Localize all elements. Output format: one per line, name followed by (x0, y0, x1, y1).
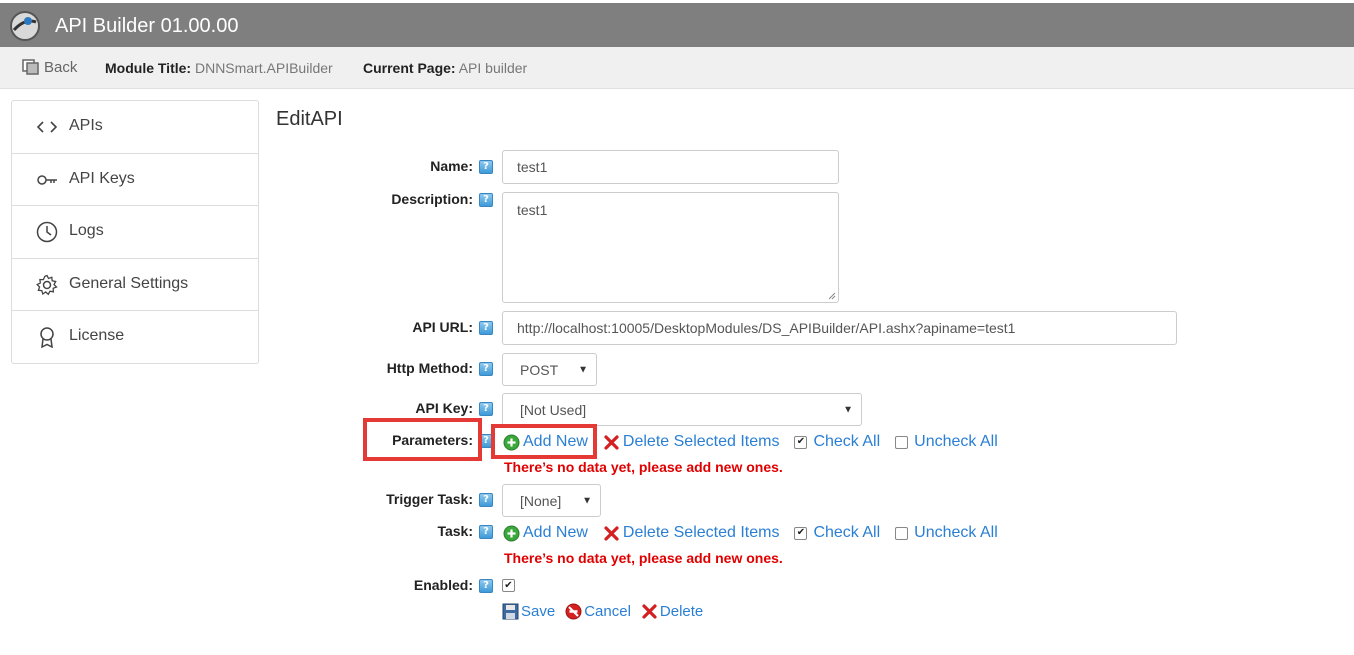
delete-icon (604, 525, 619, 541)
help-icon[interactable]: ? (479, 525, 493, 539)
current-page-value: API builder (458, 60, 528, 76)
back-button[interactable]: Back (22, 59, 77, 76)
task-empty-message: There’s no data yet, please add new ones… (504, 550, 783, 566)
http-method-label: Http Method: (386, 360, 473, 376)
sidebar-item-label: APIs (69, 117, 103, 134)
cancel-icon (565, 603, 582, 620)
unchecked-checkbox-icon (895, 526, 909, 540)
api-key-select[interactable]: [Not Used] ▼ (502, 393, 862, 426)
save-label: Save (521, 603, 556, 620)
task-uncheck-all-button[interactable]: Uncheck All (895, 524, 998, 542)
delete-button[interactable]: Delete (641, 603, 703, 620)
task-add-new-button[interactable]: Add New (503, 524, 588, 542)
unchecked-checkbox-icon (895, 435, 909, 449)
enabled-label: Enabled: (413, 577, 473, 593)
cancel-button[interactable]: Cancel (565, 603, 631, 620)
description-value: test1 (517, 202, 548, 218)
back-label: Back (44, 59, 78, 76)
sidebar-item-api-keys[interactable]: API Keys (12, 154, 258, 206)
trigger-task-label: Trigger Task: (386, 491, 473, 507)
help-icon[interactable]: ? (479, 321, 493, 335)
app-logo-icon (10, 11, 40, 41)
add-icon (503, 525, 520, 541)
sidebar-item-apis[interactable]: APIs (12, 101, 258, 154)
help-icon[interactable]: ? (479, 579, 493, 593)
resize-grip-icon[interactable] (828, 292, 836, 300)
gear-icon (36, 274, 58, 295)
sidebar: APIs API Keys Logs General Settings Lice… (11, 100, 259, 364)
task-label: Task: (437, 523, 473, 539)
add-new-highlight (491, 424, 597, 459)
save-icon (502, 603, 519, 620)
task-check-all-button[interactable]: ✔ Check All (794, 524, 880, 542)
form-actions: Save Cancel Delete (502, 603, 713, 620)
api-url-field[interactable]: http://localhost:10005/DesktopModules/DS… (502, 311, 1177, 345)
cancel-label: Cancel (584, 603, 631, 620)
save-button[interactable]: Save (502, 603, 555, 620)
enabled-checkbox[interactable]: ✔ (502, 579, 515, 592)
sidebar-item-label: Logs (69, 222, 104, 239)
award-icon (40, 327, 54, 348)
parameters-label-highlight (363, 418, 482, 461)
parameters-check-all-button[interactable]: ✔ Check All (794, 433, 880, 451)
name-label: Name: (430, 158, 473, 174)
description-field[interactable]: test1 (502, 192, 839, 303)
sidebar-item-label: License (69, 327, 125, 344)
help-icon[interactable]: ? (479, 493, 493, 507)
sidebar-item-logs[interactable]: Logs (12, 206, 258, 259)
app-title: API Builder 01.00.00 (55, 15, 239, 37)
delete-selected-label: Delete Selected Items (622, 433, 780, 450)
delete-icon (642, 604, 657, 619)
chevron-down-icon: ▼ (843, 404, 853, 415)
sidebar-item-label: General Settings (69, 274, 189, 292)
delete-label: Delete (659, 603, 704, 620)
api-url-label: API URL: (412, 319, 473, 335)
sidebar-item-license[interactable]: License (12, 311, 258, 364)
title-bar: API Builder 01.00.00 (0, 0, 1354, 47)
http-method-value: POST (520, 361, 559, 378)
module-info-bar: Back Module Title: DNNSmart.APIBuilder C… (0, 47, 1354, 89)
parameters-delete-selected-button[interactable]: Delete Selected Items (603, 433, 780, 451)
help-icon[interactable]: ? (479, 402, 493, 416)
current-page-label: Current Page: (363, 60, 456, 76)
name-field[interactable]: test1 (502, 150, 839, 184)
page-title: EditAPI (276, 108, 343, 130)
help-icon[interactable]: ? (479, 160, 493, 174)
clock-icon (36, 221, 58, 243)
delete-selected-label: Delete Selected Items (622, 524, 780, 541)
add-new-label: Add New (523, 524, 588, 541)
uncheck-all-label: Uncheck All (914, 524, 998, 541)
code-icon (36, 121, 58, 133)
back-icon (22, 59, 39, 75)
chevron-down-icon: ▼ (578, 364, 588, 375)
module-title: Module Title: DNNSmart.APIBuilder (105, 60, 333, 76)
task-delete-selected-button[interactable]: Delete Selected Items (603, 524, 780, 542)
uncheck-all-label: Uncheck All (914, 433, 998, 450)
parameters-empty-message: There’s no data yet, please add new ones… (504, 459, 783, 475)
chevron-down-icon: ▼ (582, 495, 592, 506)
description-label: Description: (391, 191, 473, 207)
checked-checkbox-icon: ✔ (794, 435, 808, 449)
sidebar-item-label: API Keys (69, 169, 135, 187)
checked-checkbox-icon: ✔ (794, 526, 808, 540)
api-key-value: [Not Used] (520, 401, 587, 418)
delete-icon (604, 434, 619, 450)
check-all-label: Check All (813, 524, 881, 541)
key-icon (37, 174, 57, 185)
trigger-task-value: [None] (520, 492, 562, 509)
trigger-task-select[interactable]: [None] ▼ (502, 484, 601, 517)
sidebar-item-general-settings[interactable]: General Settings (12, 259, 258, 311)
http-method-select[interactable]: POST ▼ (502, 353, 597, 386)
help-icon[interactable]: ? (479, 193, 493, 207)
module-title-label: Module Title: (105, 60, 192, 76)
help-icon[interactable]: ? (479, 362, 493, 376)
parameters-uncheck-all-button[interactable]: Uncheck All (895, 433, 998, 451)
api-key-label: API Key: (415, 400, 473, 416)
check-all-label: Check All (813, 433, 881, 450)
current-page: Current Page: API builder (363, 60, 527, 76)
task-actions: Add New Delete Selected Items ✔ Check Al… (503, 523, 1013, 543)
module-title-value: DNNSmart.APIBuilder (194, 60, 333, 76)
